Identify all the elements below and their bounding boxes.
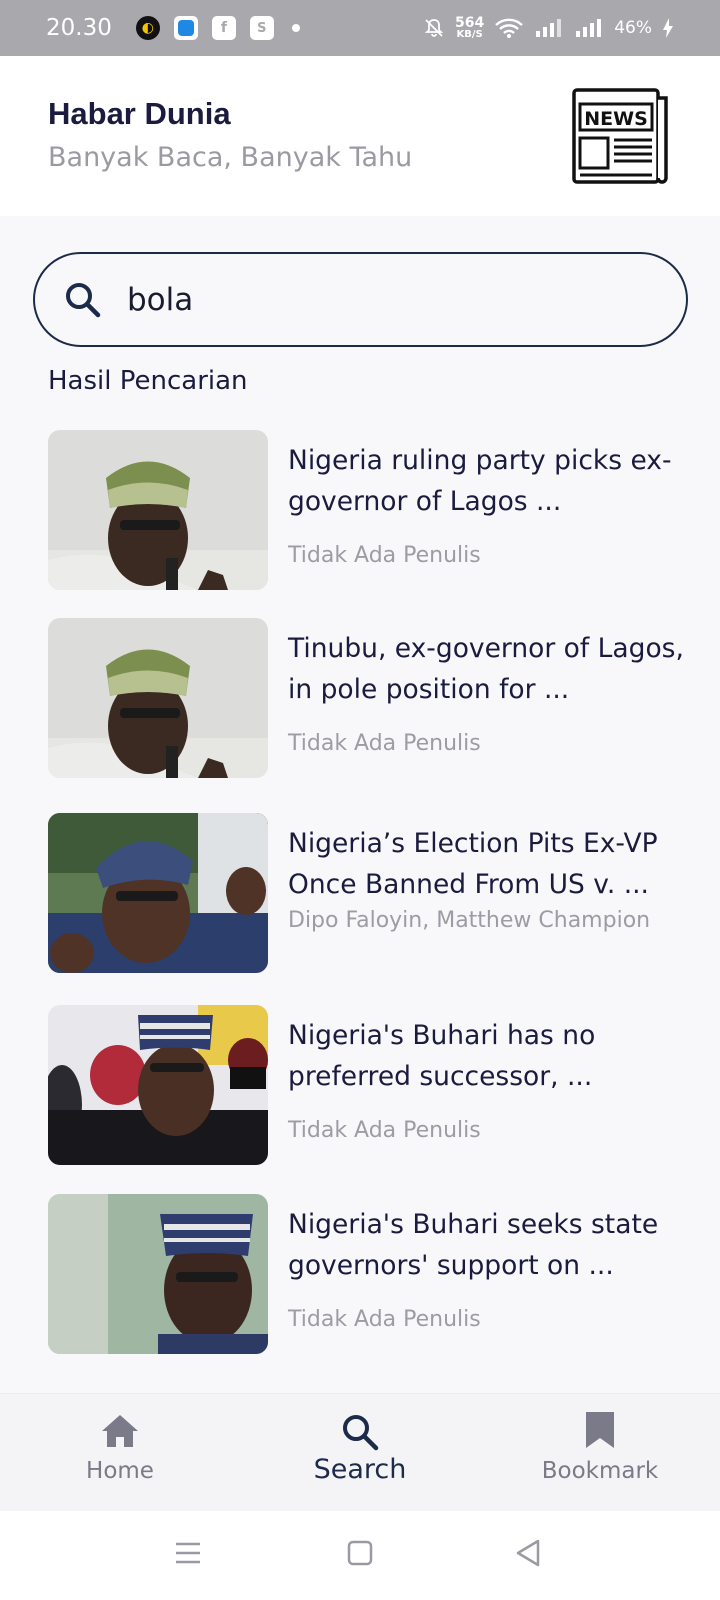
article-title[interactable]: Nigeria’s Election Pits Ex-VP Once Banne… bbox=[288, 823, 688, 905]
newspaper-logo-icon: NEWS bbox=[572, 88, 668, 184]
bookmark-icon[interactable] bbox=[584, 1410, 616, 1450]
charging-icon bbox=[663, 18, 673, 38]
article-thumbnail bbox=[48, 813, 268, 973]
article-author: Tidak Ada Penulis bbox=[288, 1307, 481, 1332]
bottom-navigation: Home Search Bookmark bbox=[0, 1393, 720, 1511]
article-title[interactable]: Tinubu, ex-governor of Lagos, in pole po… bbox=[288, 628, 688, 710]
search-icon[interactable] bbox=[340, 1412, 380, 1452]
article-author: Tidak Ada Penulis bbox=[288, 543, 481, 568]
app-notification-icon bbox=[173, 16, 198, 40]
nav-label[interactable]: Search bbox=[240, 1454, 480, 1485]
list-item[interactable]: Nigeria's Buhari seeks state governors' … bbox=[48, 1194, 688, 1354]
article-author: Tidak Ada Penulis bbox=[288, 731, 481, 756]
svg-text:NEWS: NEWS bbox=[584, 108, 648, 130]
app-header: Habar Dunia Banyak Baca, Banyak Tahu NEW… bbox=[0, 56, 720, 216]
facebook-icon: f bbox=[211, 16, 236, 40]
list-item[interactable]: Nigeria ruling party picks ex-governor o… bbox=[48, 430, 688, 590]
article-thumbnail bbox=[48, 1005, 268, 1165]
article-title[interactable]: Nigeria's Buhari seeks state governors' … bbox=[288, 1204, 688, 1286]
more-notifications-icon bbox=[291, 24, 300, 32]
app-subtitle: Banyak Baca, Banyak Tahu bbox=[48, 142, 413, 173]
search-bar[interactable] bbox=[33, 252, 688, 347]
nav-label[interactable]: Home bbox=[0, 1458, 240, 1484]
shopping-bag-icon: S bbox=[249, 16, 274, 40]
app-notification-icon: ◐ bbox=[135, 16, 160, 40]
nav-item-home[interactable]: Home bbox=[0, 1394, 240, 1512]
app-title: Habar Dunia bbox=[48, 96, 231, 131]
battery-level: 46% bbox=[614, 18, 652, 38]
signal-icon bbox=[536, 19, 562, 37]
article-author: Tidak Ada Penulis bbox=[288, 1118, 481, 1143]
signal-icon bbox=[576, 19, 602, 37]
article-title[interactable]: Nigeria ruling party picks ex-governor o… bbox=[288, 440, 688, 522]
menu-icon[interactable] bbox=[174, 1541, 202, 1565]
list-item[interactable]: Nigeria’s Election Pits Ex-VP Once Banne… bbox=[48, 813, 688, 993]
nav-item-search[interactable]: Search bbox=[240, 1394, 480, 1512]
home-icon[interactable] bbox=[100, 1412, 140, 1450]
status-time: 20.30 bbox=[46, 15, 112, 41]
list-item[interactable]: Tinubu, ex-governor of Lagos, in pole po… bbox=[48, 618, 688, 778]
wifi-icon bbox=[495, 18, 524, 38]
network-speed: 564 KB/S bbox=[454, 15, 485, 40]
system-navigation-bar bbox=[0, 1511, 720, 1600]
status-bar: 20.30 ◐ f S 564 KB/S 46% bbox=[0, 0, 720, 56]
mute-bell-icon bbox=[424, 19, 444, 37]
article-title[interactable]: Nigeria's Buhari has no preferred succes… bbox=[288, 1015, 688, 1097]
article-thumbnail bbox=[48, 430, 268, 590]
back-triangle-icon[interactable] bbox=[514, 1538, 542, 1568]
article-author: Dipo Faloyin, Matthew Champion bbox=[288, 908, 651, 933]
nav-label[interactable]: Bookmark bbox=[480, 1458, 720, 1484]
search-input[interactable] bbox=[127, 272, 647, 328]
list-item[interactable]: Nigeria's Buhari has no preferred succes… bbox=[48, 1005, 688, 1165]
article-thumbnail bbox=[48, 618, 268, 778]
results-heading: Hasil Pencarian bbox=[48, 366, 248, 396]
nav-item-bookmark[interactable]: Bookmark bbox=[480, 1394, 720, 1512]
article-thumbnail bbox=[48, 1194, 268, 1354]
home-square-icon[interactable] bbox=[346, 1539, 374, 1567]
search-icon[interactable] bbox=[61, 278, 105, 322]
